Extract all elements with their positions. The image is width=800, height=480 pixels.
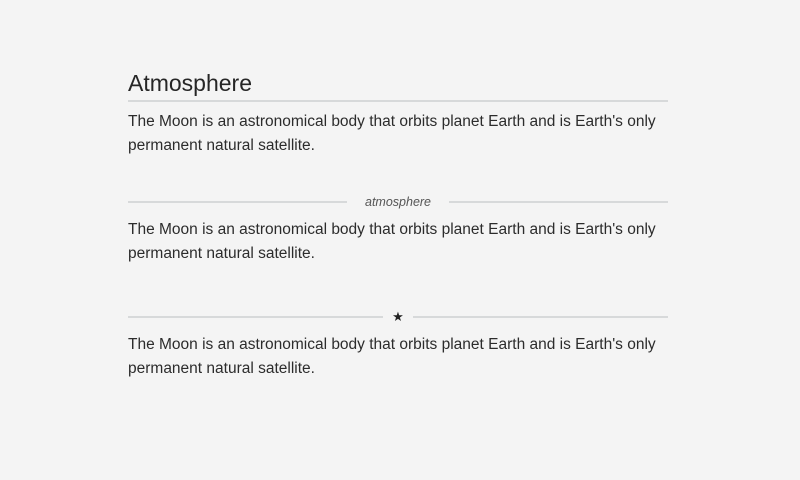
section-heading: Atmosphere bbox=[128, 68, 668, 102]
paragraph-1: The Moon is an astronomical body that or… bbox=[128, 113, 656, 154]
paragraph-2: The Moon is an astronomical body that or… bbox=[128, 221, 656, 262]
divider-line-left bbox=[128, 316, 384, 318]
divider-label: atmosphere bbox=[365, 195, 432, 209]
star-divider: ★ bbox=[128, 307, 668, 327]
divider-line-right bbox=[449, 201, 669, 203]
star-icon: ★ bbox=[392, 309, 404, 324]
text-divider: atmosphere bbox=[128, 192, 669, 212]
content-area: Atmosphere The Moon is an astronomical b… bbox=[128, 68, 669, 381]
divider-line-right bbox=[412, 316, 668, 318]
divider-line-left bbox=[128, 201, 347, 203]
paragraph-3: The Moon is an astronomical body that or… bbox=[128, 336, 656, 377]
